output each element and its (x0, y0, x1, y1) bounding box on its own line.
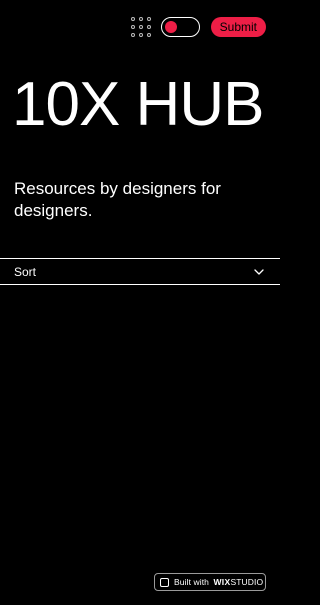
grid-dots-icon[interactable] (130, 17, 151, 37)
grid-dot (138, 25, 143, 29)
toggle-knob (164, 20, 177, 33)
badge-built-with: Built with (174, 577, 210, 587)
badge-brand-suffix: STUDIO (230, 577, 264, 587)
chevron-down-icon (254, 267, 264, 277)
grid-dot (130, 25, 135, 29)
grid-dot (146, 17, 151, 21)
sort-dropdown[interactable]: Sort (0, 258, 280, 285)
page: Submit 10X HUB Resources by designers fo… (0, 0, 280, 605)
badge-text: Built with WIXSTUDIO (174, 577, 263, 587)
sort-label: Sort (14, 264, 37, 279)
grid-dot (138, 17, 143, 21)
grid-dot (130, 33, 135, 37)
submit-button[interactable]: Submit (210, 17, 266, 37)
page-title: 10X HUB (12, 70, 264, 139)
built-with-wix-badge[interactable]: Built with WIXSTUDIO (154, 573, 266, 591)
badge-brand: WIX (213, 577, 231, 587)
hero-subtitle: Resources by designers for designers. (14, 179, 221, 220)
theme-toggle[interactable] (160, 17, 200, 37)
wix-square-icon (160, 577, 169, 587)
grid-dot (146, 25, 151, 29)
grid-dot (146, 33, 151, 37)
header-controls: Submit (130, 16, 266, 38)
grid-dot (130, 17, 135, 21)
grid-dot (138, 33, 143, 37)
